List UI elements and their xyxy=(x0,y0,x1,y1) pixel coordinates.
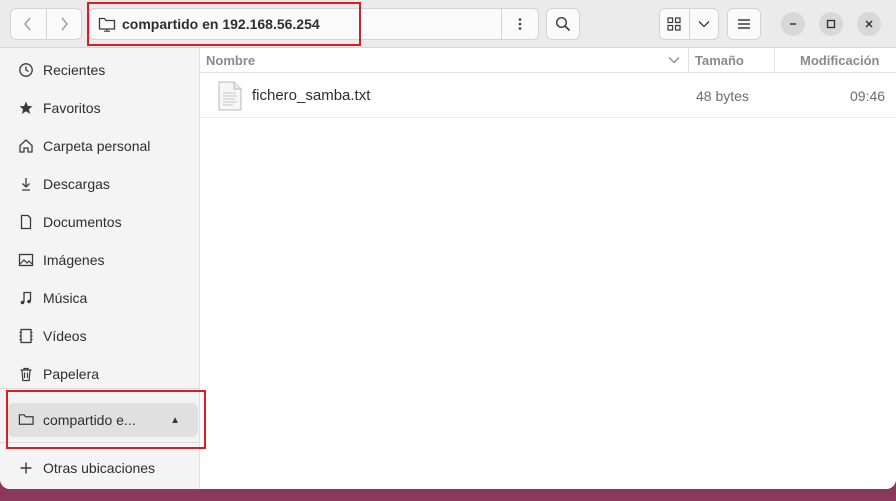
file-row[interactable]: fichero_samba.txt 48 bytes 09:46 xyxy=(200,74,896,118)
hamburger-icon xyxy=(738,19,750,29)
path-label: compartido en 192.168.56.254 xyxy=(122,16,320,32)
search-button[interactable] xyxy=(546,8,580,40)
sidebar-item-label: Música xyxy=(43,290,88,306)
path-bar[interactable]: compartido en 192.168.56.254 xyxy=(89,8,539,40)
download-icon xyxy=(18,176,34,192)
sidebar-item-label: Imágenes xyxy=(43,252,105,268)
sidebar-item-label: Descargas xyxy=(43,176,110,192)
minimize-icon xyxy=(790,23,796,25)
forward-button[interactable] xyxy=(45,9,81,39)
grid-view-button[interactable] xyxy=(660,9,689,39)
sidebar-item-favoritos[interactable]: Favoritos xyxy=(8,91,198,125)
column-divider xyxy=(774,48,775,73)
path-menu-button[interactable] xyxy=(501,9,538,39)
minimize-button[interactable] xyxy=(781,12,805,36)
column-headers: Nombre Tamaño Modificación xyxy=(200,48,896,73)
sidebar-item-videos[interactable]: Vídeos xyxy=(8,319,198,353)
sidebar-item-imagenes[interactable]: Imágenes xyxy=(8,243,198,277)
chevron-down-icon[interactable] xyxy=(668,56,680,64)
close-button[interactable] xyxy=(857,12,881,36)
maximize-button[interactable] xyxy=(819,12,843,36)
home-icon xyxy=(18,138,34,154)
file-name: fichero_samba.txt xyxy=(252,87,371,104)
column-size-header[interactable]: Tamaño xyxy=(695,53,744,68)
sidebar-item-documentos[interactable]: Documentos xyxy=(8,205,198,239)
sidebar-item-otras-ubicaciones[interactable]: Otras ubicaciones xyxy=(8,451,198,485)
sidebar-item-label: Recientes xyxy=(43,62,106,78)
grid-icon xyxy=(667,17,682,31)
sidebar-item-recientes[interactable]: Recientes xyxy=(8,53,198,87)
close-icon xyxy=(865,20,873,28)
clock-icon xyxy=(18,62,34,78)
back-button[interactable] xyxy=(11,9,46,39)
vertical-ellipsis-icon xyxy=(518,18,522,30)
sidebar-item-papelera[interactable]: Papelera xyxy=(8,357,198,391)
sidebar-item-descargas[interactable]: Descargas xyxy=(8,167,198,201)
file-manager-window: compartido en 192.168.56.254 Recientes F… xyxy=(0,0,896,489)
plus-icon xyxy=(18,460,34,476)
document-icon xyxy=(18,214,34,230)
chevron-left-icon xyxy=(24,17,32,31)
chevron-down-icon xyxy=(698,21,710,28)
music-icon xyxy=(18,290,34,306)
view-options xyxy=(659,8,719,40)
sidebar-item-carpeta-personal[interactable]: Carpeta personal xyxy=(8,129,198,163)
sidebar-item-label: Documentos xyxy=(43,214,122,230)
sidebar-item-musica[interactable]: Música xyxy=(8,281,198,315)
sidebar-item-label: compartido e... xyxy=(43,412,136,428)
sidebar-item-compartido[interactable]: compartido e... ▲ xyxy=(8,403,198,437)
sidebar-item-label: Favoritos xyxy=(43,100,101,116)
star-icon xyxy=(18,100,34,116)
sidebar-item-label: Papelera xyxy=(43,366,100,382)
file-size: 48 bytes xyxy=(696,88,749,104)
trash-icon xyxy=(18,366,34,382)
column-name-header[interactable]: Nombre xyxy=(206,53,255,68)
column-modified-header[interactable]: Modificación xyxy=(800,53,879,68)
sidebar-item-label: Carpeta personal xyxy=(43,138,151,154)
image-icon xyxy=(18,252,34,268)
maximize-icon xyxy=(826,19,836,29)
chevron-right-icon xyxy=(61,17,68,31)
header-bar: compartido en 192.168.56.254 xyxy=(0,0,896,48)
eject-icon[interactable]: ▲ xyxy=(170,415,180,426)
sidebar: Recientes Favoritos Carpeta personal Des… xyxy=(0,48,200,489)
navigation-buttons xyxy=(10,8,82,40)
sidebar-divider xyxy=(0,442,199,443)
video-icon xyxy=(18,328,34,344)
main-menu-button[interactable] xyxy=(727,8,761,40)
file-modified: 09:46 xyxy=(850,88,886,104)
sidebar-divider xyxy=(0,388,199,389)
column-divider xyxy=(688,48,689,73)
file-list-view: Nombre Tamaño Modificación fichero_samba… xyxy=(200,48,896,489)
view-dropdown-button[interactable] xyxy=(688,9,718,39)
sidebar-item-label: Vídeos xyxy=(43,328,87,344)
network-folder-icon xyxy=(98,17,116,32)
sidebar-item-label: Otras ubicaciones xyxy=(43,460,156,476)
network-folder-icon xyxy=(18,412,34,428)
search-icon xyxy=(555,16,571,32)
text-file-icon xyxy=(218,81,242,111)
